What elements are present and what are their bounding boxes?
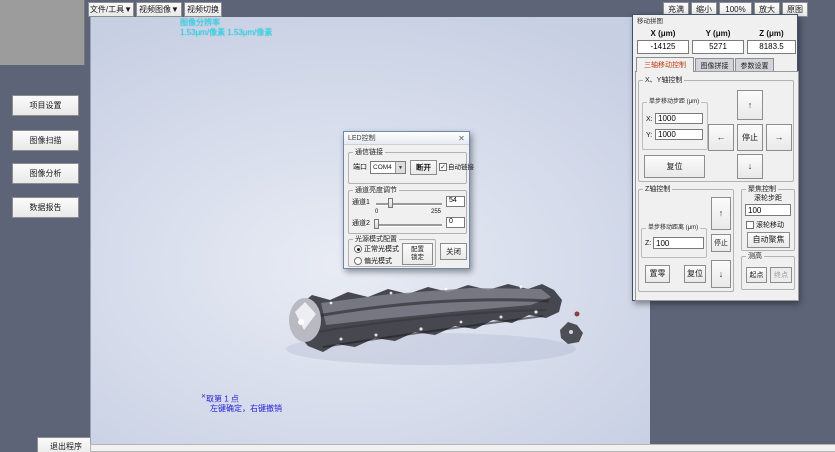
focus-control-group: 聚焦控制 滚轮步距 滚轮移动 自动聚焦	[741, 189, 795, 251]
tab-image-stitching[interactable]: 图像拼接	[695, 58, 734, 72]
red-speck	[575, 312, 580, 317]
channel1-value[interactable]: 54	[446, 196, 465, 207]
z-down-button[interactable]: ↓	[711, 260, 731, 288]
menu-file-tools[interactable]: 文件/工具▼	[88, 2, 134, 17]
z-up-button[interactable]: ↑	[711, 197, 731, 230]
measure-start-button[interactable]: 起点	[746, 267, 767, 283]
wheel-step-input[interactable]	[745, 204, 791, 216]
auto-link-checkbox[interactable]: ✓	[439, 163, 447, 171]
menu-video-image[interactable]: 视频图像▼	[136, 2, 182, 17]
channel2-slider-handle[interactable]	[374, 219, 379, 229]
xy-reset-button[interactable]: 复位	[644, 155, 705, 178]
led-control-dialog: LED控制 ✕ 通信链接 端口 COM4 ▼ 断开 ✓ 自动链接 通道亮度调节 …	[343, 131, 470, 269]
sidebar-item-image-analysis[interactable]: 图像分析	[12, 163, 79, 184]
y-axis-header: Y (μm)	[692, 29, 744, 39]
y-step-label: Y:	[646, 131, 652, 140]
led-dialog-titlebar[interactable]: LED控制	[344, 132, 469, 145]
slider-max-label: 255	[431, 208, 441, 217]
pick-point-instructions: 左键确定，右键撤销	[210, 404, 282, 414]
camera-preview-placeholder	[0, 0, 85, 65]
led-close-button[interactable]: 关闭	[440, 243, 467, 260]
app-window: 文件/工具▼ 视频图像▼ 视频切换 充满 缩小 100% 放大 原图 项目设置 …	[0, 0, 835, 452]
comm-link-group: 通信链接 端口 COM4 ▼ 断开 ✓ 自动链接	[348, 152, 467, 184]
z-step-input[interactable]	[653, 237, 704, 249]
z-step-group: 单步移动距离 (μm) Z:	[641, 228, 707, 258]
measure-end-button[interactable]: 终点	[770, 267, 792, 283]
z-zero-button[interactable]: 置零	[645, 265, 670, 283]
autofocus-button[interactable]: 自动聚焦	[747, 232, 790, 248]
channel2-slider[interactable]	[376, 224, 442, 227]
z-axis-header: Z (μm)	[747, 29, 796, 39]
xy-axis-group: X、Y轴控制 单步移动步距 (μm) X: Y: 复位 ↑ ← 停止 → ↓	[638, 80, 794, 182]
channel2-label: 通道2	[352, 219, 370, 228]
z-axis-group: Z轴控制 ↑ 单步移动距离 (μm) Z: 停止 置零 复位 ↓	[638, 189, 734, 292]
height-measure-group: 测高 起点 终点	[741, 256, 795, 290]
move-down-button[interactable]: ↓	[737, 154, 763, 179]
channel1-label: 通道1	[352, 198, 370, 207]
wheel-move-checkbox[interactable]	[746, 221, 754, 229]
auto-link-label: 自动链接	[448, 163, 474, 172]
light-mode-group: 光源模式配置 正常光模式 偏光模式 配置 锁定	[348, 239, 436, 267]
sidebar-item-project-settings[interactable]: 项目设置	[12, 95, 79, 116]
close-icon[interactable]: ✕	[456, 133, 467, 144]
x-axis-header: X (μm)	[637, 29, 689, 39]
xy-step-group: 单步移动步距 (μm) X: Y:	[642, 102, 708, 150]
channel2-value[interactable]: 0	[446, 217, 465, 228]
move-up-button[interactable]: ↑	[737, 90, 763, 120]
horizontal-scrollbar[interactable]	[90, 444, 835, 452]
sidebar-item-image-scan[interactable]: 图像扫描	[12, 130, 79, 151]
y-position-value: 5271	[692, 40, 744, 54]
normal-light-radio[interactable]	[354, 245, 362, 253]
xy-stop-button[interactable]: 停止	[737, 124, 763, 151]
pick-point-hint: ✕取第 1 点	[201, 392, 239, 405]
wheel-step-label: 滚轮步距	[754, 194, 782, 203]
move-right-button[interactable]: →	[766, 124, 792, 151]
slider-min-label: 0	[375, 208, 378, 217]
normal-light-label: 正常光模式	[364, 245, 399, 254]
wheel-move-label: 滚轮移动	[756, 221, 784, 230]
channel1-slider-handle[interactable]	[388, 198, 393, 208]
port-label: 端口	[353, 163, 367, 172]
x-step-input[interactable]	[655, 113, 703, 124]
motion-panel-title: 移动拼图	[637, 17, 663, 26]
polarized-light-radio[interactable]	[354, 257, 362, 265]
z-reset-button[interactable]: 复位	[684, 265, 706, 283]
led-dialog-title: LED控制	[348, 133, 376, 143]
sidebar-item-data-report[interactable]: 数据报告	[12, 197, 79, 218]
channel1-slider[interactable]	[376, 203, 442, 206]
resolution-overlay-title: 图像分辨率	[180, 18, 220, 28]
tab-three-axis-control[interactable]: 三轴移动控制	[636, 57, 694, 72]
config-lock-button[interactable]: 配置 锁定	[402, 243, 433, 265]
move-left-button[interactable]: ←	[708, 124, 734, 151]
menu-video-switch[interactable]: 视频切换	[184, 2, 222, 17]
resolution-overlay-value: 1.53μm/像素 1.53μm/像素	[180, 28, 272, 38]
z-position-value: 8183.5	[747, 40, 796, 54]
y-step-input[interactable]	[655, 129, 703, 140]
x-position-value: -14125	[637, 40, 689, 54]
polarized-light-label: 偏光模式	[364, 257, 392, 266]
port-select[interactable]: COM4 ▼	[370, 161, 406, 174]
motion-panel: 移动拼图 X (μm) Y (μm) Z (μm) -14125 5271 81…	[632, 14, 798, 301]
z-step-label: Z:	[645, 239, 651, 248]
z-stop-button[interactable]: 停止	[711, 234, 731, 252]
x-step-label: X:	[646, 115, 653, 124]
dropdown-icon: ▼	[395, 162, 405, 173]
brightness-group: 通道亮度调节 通道1 54 0 255 通道2 0	[348, 190, 467, 234]
exit-program-button[interactable]: 退出程序	[37, 437, 95, 452]
disconnect-button[interactable]: 断开	[410, 160, 437, 175]
tab-parameter-settings[interactable]: 参数设置	[735, 58, 774, 72]
